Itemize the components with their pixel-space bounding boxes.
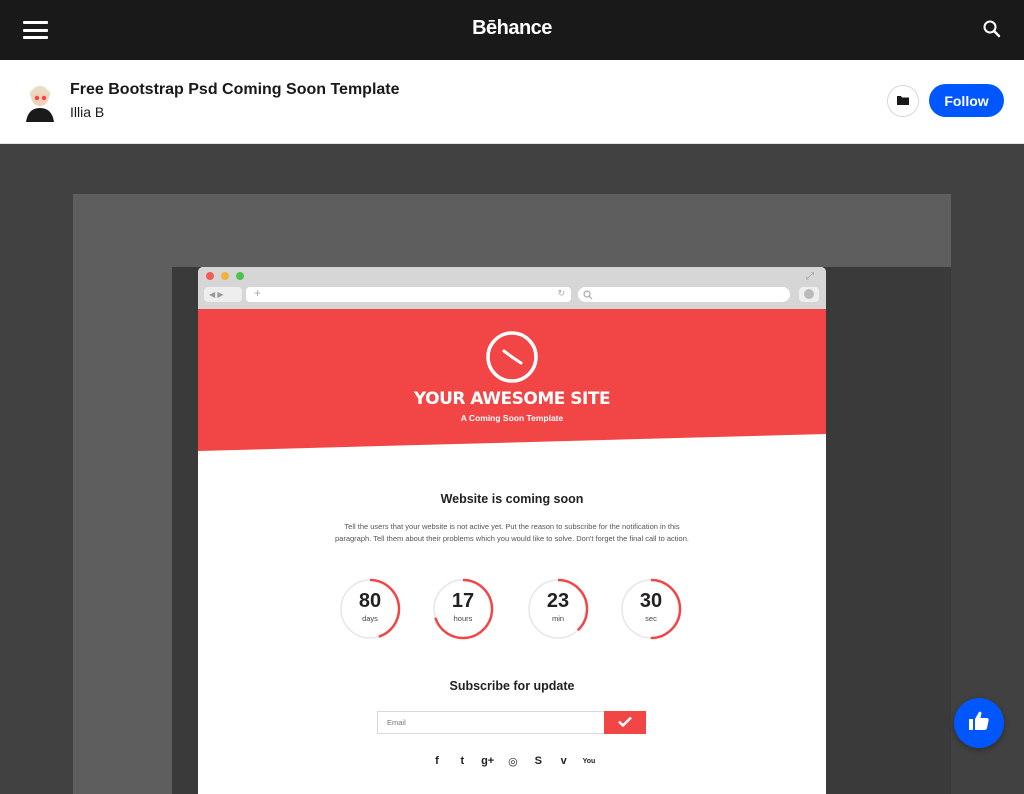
vimeo-icon: v — [560, 755, 567, 767]
project-canvas: ⤢ ◀ ▶ + ↻ YOUR AWESOME SITE A Coming Soo… — [0, 144, 1024, 794]
thumbs-up-icon — [968, 711, 990, 736]
maximize-dot — [236, 272, 244, 280]
behance-logo[interactable]: Bēhance — [0, 17, 1024, 40]
minimize-dot — [221, 272, 229, 280]
checkmark-icon — [618, 714, 632, 732]
google-plus-icon: g+ — [481, 755, 495, 767]
twitter-icon: t — [460, 755, 465, 767]
project-owner[interactable]: Illia B — [70, 104, 104, 120]
project-image: ⤢ ◀ ▶ + ↻ YOUR AWESOME SITE A Coming Soo… — [73, 194, 951, 794]
back-forward-icon: ◀ ▶ — [204, 287, 242, 302]
address-bar: + ↻ — [246, 286, 571, 302]
close-dot — [206, 272, 214, 280]
folder-icon — [897, 92, 909, 110]
instagram-icon: ◎ — [508, 755, 518, 768]
countdown-value: 80 — [358, 590, 382, 612]
countdown-value: 17 — [451, 590, 475, 612]
youtube-icon: You — [582, 757, 596, 765]
reload-icon: ↻ — [557, 288, 565, 298]
search-icon[interactable] — [982, 19, 1002, 39]
site-title: YOUR AWESOME SITE — [413, 389, 611, 409]
top-navigation-bar: Bēhance — [0, 0, 1024, 60]
countdown-value: 23 — [546, 590, 570, 612]
save-to-collection-button[interactable] — [887, 85, 919, 117]
browser-settings-button — [799, 287, 819, 302]
browser-chrome: ⤢ ◀ ▶ + ↻ — [198, 267, 826, 309]
skype-icon: S — [534, 755, 542, 767]
countdown-hours: 17 hours — [431, 577, 495, 641]
facebook-icon: f — [435, 755, 439, 767]
countdown-minutes: 23 min — [526, 577, 590, 641]
browser-search-bar — [578, 287, 790, 302]
mockup-shadow-wedge — [172, 267, 198, 301]
site-subtitle: A Coming Soon Template — [460, 413, 564, 423]
social-links: f t g+ ◎ S v You — [430, 754, 596, 768]
email-field — [377, 711, 604, 734]
coming-soon-heading: Website is coming soon — [440, 492, 584, 506]
countdown-unit: min — [551, 614, 565, 623]
follow-button[interactable]: Follow — [929, 84, 1004, 117]
countdown-unit: days — [362, 614, 378, 623]
subscribe-submit-button — [604, 711, 646, 734]
browser-mockup: ⤢ ◀ ▶ + ↻ YOUR AWESOME SITE A Coming Soo… — [198, 267, 826, 794]
hero-section: YOUR AWESOME SITE A Coming Soon Template — [198, 309, 826, 455]
countdown-days: 80 days — [338, 577, 402, 641]
countdown-seconds: 30 sec — [619, 577, 683, 641]
countdown-unit: sec — [645, 614, 657, 623]
plus-icon: + — [254, 286, 262, 300]
project-title[interactable]: Free Bootstrap Psd Coming Soon Template — [70, 81, 400, 99]
hamburger-menu-icon[interactable] — [23, 21, 48, 39]
coming-soon-paragraph: Tell the users that your website is not … — [335, 522, 689, 543]
project-header: Free Bootstrap Psd Coming Soon Template … — [0, 60, 1024, 144]
clock-icon — [484, 329, 540, 385]
subscribe-heading: Subscribe for update — [449, 679, 575, 693]
expand-icon: ⤢ — [806, 271, 814, 282]
owner-avatar[interactable] — [20, 82, 60, 122]
countdown-value: 30 — [639, 590, 663, 612]
browser-search-icon — [583, 290, 593, 300]
countdown-unit: hours — [453, 614, 473, 623]
appreciate-button[interactable] — [954, 698, 1004, 748]
